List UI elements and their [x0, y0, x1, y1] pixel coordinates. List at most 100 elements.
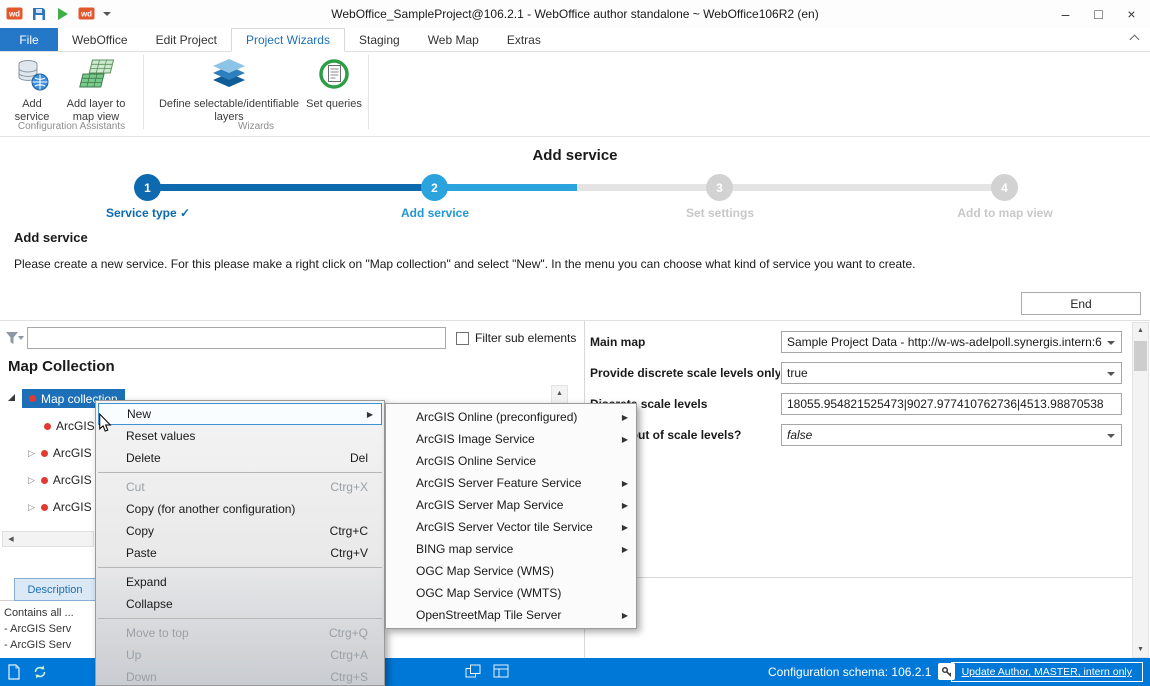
menu-item-label: OGC Map Service (WMS) [416, 564, 555, 578]
property-label-main-map: Main map [590, 335, 646, 349]
maximize-button[interactable]: □ [1082, 0, 1115, 28]
end-button[interactable]: End [1021, 292, 1141, 315]
wizard-step-3: 3 [706, 174, 733, 201]
layout-icon[interactable] [493, 664, 510, 682]
svg-text:wd: wd [80, 10, 92, 19]
wizard-step-label: Set settings [685, 206, 754, 220]
wd-menu-icon[interactable]: wd [78, 5, 95, 22]
qat-dropdown-icon[interactable] [103, 11, 111, 16]
sync-icon[interactable] [32, 664, 48, 683]
app-logo-icon[interactable]: wd [6, 5, 23, 22]
add-service-button[interactable]: Add service [6, 57, 58, 124]
submenu-arrow-icon: ▶ [621, 610, 628, 620]
menu-item-expand[interactable]: Expand [96, 571, 384, 593]
wizard-step-label: Add to map view [957, 206, 1053, 220]
user-input-select[interactable]: false [781, 424, 1122, 446]
menu-item-delete[interactable]: Delete Del [96, 447, 384, 469]
tab-weboffice[interactable]: WebOffice [58, 28, 142, 51]
wizard-step-2: 2 [421, 174, 448, 201]
submenu-item-arcgis-server-map-service[interactable]: ArcGIS Server Map Service ▶ [386, 494, 636, 516]
save-icon[interactable] [31, 6, 47, 22]
submenu-item-arcgis-server-feature-service[interactable]: ArcGIS Server Feature Service ▶ [386, 472, 636, 494]
scroll-down-icon[interactable]: ▼ [1133, 642, 1148, 657]
set-queries-button[interactable]: Set queries [306, 57, 362, 111]
minimize-button[interactable]: – [1049, 0, 1082, 28]
close-button[interactable]: × [1115, 0, 1148, 28]
run-icon[interactable] [55, 6, 70, 22]
submenu-item-arcgis-image-service[interactable]: ArcGIS Image Service ▶ [386, 428, 636, 450]
update-author-button[interactable]: Update Author, MASTER, intern only [950, 662, 1143, 682]
menu-item-label: ArcGIS Online (preconfigured) [416, 410, 578, 424]
tree-collapsed-icon[interactable]: ▷ [28, 448, 35, 459]
configuration-schema-text: Configuration schema: 106.2.1 [768, 665, 932, 679]
dropdown-arrow-icon [1107, 341, 1115, 345]
menu-separator [98, 472, 382, 473]
submenu-arrow-icon: ▶ [621, 478, 628, 488]
tab-file[interactable]: File [0, 28, 58, 51]
description-text: - ArcGIS Serv [4, 639, 72, 651]
horizontal-scrollbar[interactable]: ◀ [2, 531, 94, 547]
node-status-dot [40, 503, 48, 511]
ribbon-group-separator [143, 55, 144, 129]
main-map-select[interactable]: Sample Project Data - http://w-ws-adelpo… [781, 331, 1122, 353]
description-text: - ArcGIS Serv [4, 623, 72, 635]
tree-expanded-icon[interactable] [8, 394, 15, 401]
submenu-item-arcgis-server-vector-tile-service[interactable]: ArcGIS Server Vector tile Service ▶ [386, 516, 636, 538]
menu-item-copy-other-configuration[interactable]: Copy (for another configuration) [96, 498, 384, 520]
submenu-item-arcgis-online-preconfigured[interactable]: ArcGIS Online (preconfigured) ▶ [386, 406, 636, 428]
tree-collapsed-icon[interactable]: ▷ [28, 475, 35, 486]
tab-project-wizards[interactable]: Project Wizards [230, 28, 345, 52]
menu-item-paste[interactable]: Paste Ctrg+V [96, 542, 384, 564]
scroll-up-icon[interactable]: ▲ [1133, 323, 1148, 338]
define-layers-icon [211, 57, 247, 95]
ribbon-group-separator [368, 55, 369, 129]
menu-item-copy[interactable]: Copy Ctrg+C [96, 520, 384, 542]
menu-item-reset-values[interactable]: Reset values [96, 425, 384, 447]
collapse-ribbon-icon[interactable] [1129, 34, 1140, 45]
menu-item-move-to-top: Move to top Ctrg+Q [96, 622, 384, 644]
tab-edit-project[interactable]: Edit Project [142, 28, 231, 51]
discrete-only-select[interactable]: true [781, 362, 1122, 384]
windows-icon[interactable] [465, 664, 482, 682]
node-status-dot [40, 476, 48, 484]
filter-sub-elements-checkbox[interactable] [456, 332, 469, 345]
menu-item-collapse[interactable]: Collapse [96, 593, 384, 615]
menu-item-label: Move to top [126, 626, 189, 640]
submenu-item-arcgis-online-service[interactable]: ArcGIS Online Service [386, 450, 636, 472]
submenu-item-ogc-map-service-wms[interactable]: OGC Map Service (WMS) [386, 560, 636, 582]
properties-scrollbar[interactable]: ▲ ▼ [1132, 322, 1149, 658]
scale-levels-input[interactable]: 18055.954821525473|9027.977410762736|451… [781, 393, 1122, 415]
tab-extras[interactable]: Extras [493, 28, 555, 51]
new-service-submenu: ArcGIS Online (preconfigured) ▶ ArcGIS I… [385, 403, 637, 629]
context-menu: New ▶ Reset values Delete Del Cut Ctrg+X… [95, 400, 385, 686]
tree-collapsed-icon[interactable]: ▷ [28, 502, 35, 513]
scroll-left-icon[interactable]: ◀ [3, 532, 19, 546]
weboffice-window: wd wd WebOffice_SampleProject@106.2.1 - … [0, 0, 1150, 686]
tab-staging[interactable]: Staging [345, 28, 414, 51]
scrollbar-thumb[interactable] [1134, 341, 1147, 371]
submenu-item-bing-map-service[interactable]: BING map service ▶ [386, 538, 636, 560]
menu-shortcut: Del [349, 451, 368, 465]
menu-separator [98, 567, 382, 568]
submenu-arrow-icon: ▶ [621, 544, 628, 554]
submenu-arrow-icon: ▶ [621, 522, 628, 532]
property-label-discrete-only: Provide discrete scale levels only? [590, 366, 780, 380]
filter-icon[interactable] [4, 330, 25, 350]
filter-checkbox-label: Filter sub elements [475, 331, 577, 345]
submenu-item-ogc-map-service-wmts[interactable]: OGC Map Service (WMTS) [386, 582, 636, 604]
menu-item-label: ArcGIS Server Vector tile Service [416, 520, 593, 534]
define-layers-button[interactable]: Define selectable/identifiable layers [150, 57, 308, 124]
scroll-up-icon[interactable]: ▲ [552, 386, 567, 401]
add-layer-button[interactable]: Add layer to map view [60, 57, 132, 124]
menu-item-label: Reset values [126, 429, 196, 443]
tab-description[interactable]: Description [14, 578, 96, 601]
discrete-only-value: true [787, 366, 808, 380]
menu-item-new[interactable]: New ▶ [98, 403, 382, 425]
tab-web-map[interactable]: Web Map [414, 28, 493, 51]
filter-input[interactable] [27, 327, 446, 349]
document-icon[interactable] [7, 664, 21, 683]
submenu-item-openstreetmap-tile-server[interactable]: OpenStreetMap Tile Server ▶ [386, 604, 636, 626]
user-input-value: false [787, 428, 813, 442]
main-divider [0, 320, 1150, 321]
wizard-step-4: 4 [991, 174, 1018, 201]
